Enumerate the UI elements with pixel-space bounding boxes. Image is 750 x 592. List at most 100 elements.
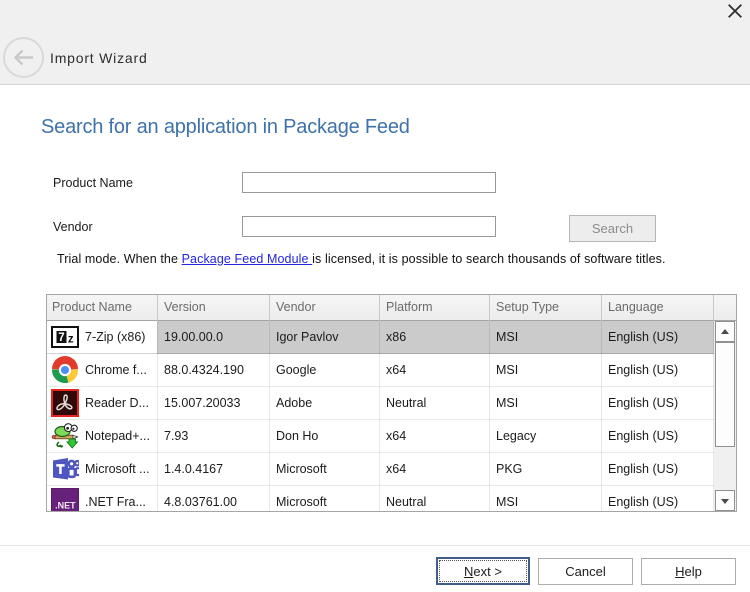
cell-language: English (US) xyxy=(608,429,678,443)
scroll-down-button[interactable] xyxy=(715,490,735,511)
column-header-product-name[interactable]: Product Name xyxy=(52,300,132,314)
cell-setup-type: PKG xyxy=(496,462,522,476)
cell-language: English (US) xyxy=(608,396,678,410)
table-row-chrome[interactable]: Chrome f... 88.0.4324.190 Google x64 MSI… xyxy=(47,354,714,387)
dotnet-icon: .NET xyxy=(51,488,79,512)
cancel-label: Cancel xyxy=(565,564,605,579)
cell-product: Reader D... xyxy=(85,396,149,410)
7zip-icon: 7 z xyxy=(51,323,79,351)
table-header-row: Product Name Version Vendor Platform Set… xyxy=(47,295,736,321)
vertical-scrollbar[interactable] xyxy=(714,321,736,511)
column-divider xyxy=(489,321,490,511)
cell-vendor: Google xyxy=(276,363,316,377)
cell-product: .NET Fra... xyxy=(85,495,146,509)
help-label-accel: H xyxy=(675,564,684,579)
column-divider xyxy=(489,295,490,321)
cell-version: 7.93 xyxy=(164,429,188,443)
cell-platform: x86 xyxy=(386,330,406,344)
cell-product: 7-Zip (x86) xyxy=(85,330,145,344)
column-divider xyxy=(601,321,602,511)
table-row-7zip[interactable]: 7 z 7-Zip (x86) 19.00.00.0 Igor Pavlov x… xyxy=(47,321,714,354)
notepadpp-icon xyxy=(51,422,79,450)
cell-vendor: Adobe xyxy=(276,396,312,410)
next-label-rest: ext > xyxy=(473,564,502,579)
column-divider xyxy=(157,295,158,321)
cell-platform: x64 xyxy=(386,462,406,476)
cell-language: English (US) xyxy=(608,462,678,476)
results-table: Product Name Version Vendor Platform Set… xyxy=(46,294,737,512)
trial-note-prefix: Trial mode. When the xyxy=(57,252,182,266)
back-button[interactable] xyxy=(3,37,44,78)
svg-text:.NET: .NET xyxy=(55,501,76,511)
column-divider xyxy=(157,321,158,511)
next-label-accel: N xyxy=(464,564,473,579)
table-row-notepadpp[interactable]: Notepad+... 7.93 Don Ho x64 Legacy Engli… xyxy=(47,420,714,453)
svg-text:z: z xyxy=(68,334,74,346)
column-divider xyxy=(713,321,714,511)
wizard-title: Import Wizard xyxy=(50,50,148,66)
cell-product: Microsoft ... xyxy=(85,462,150,476)
cell-version: 4.8.03761.00 xyxy=(164,495,237,509)
next-button[interactable]: Next > xyxy=(436,557,530,585)
cell-product: Chrome f... xyxy=(85,363,147,377)
scroll-up-button[interactable] xyxy=(715,321,735,342)
cell-vendor: Microsoft xyxy=(276,462,327,476)
column-divider xyxy=(269,321,270,511)
scroll-up-icon xyxy=(721,329,729,334)
help-label-rest: elp xyxy=(685,564,702,579)
product-name-label: Product Name xyxy=(53,176,133,190)
help-button[interactable]: Help xyxy=(641,558,736,585)
cell-language: English (US) xyxy=(608,363,678,377)
page-title: Search for an application in Package Fee… xyxy=(41,116,410,139)
column-header-platform[interactable]: Platform xyxy=(386,300,433,314)
back-arrow-icon xyxy=(13,49,34,66)
cancel-button[interactable]: Cancel xyxy=(538,558,633,585)
column-divider xyxy=(601,295,602,321)
column-header-language[interactable]: Language xyxy=(608,300,664,314)
table-row-teams[interactable]: Microsoft ... 1.4.0.4167 Microsoft x64 P… xyxy=(47,453,714,486)
cell-product: Notepad+... xyxy=(85,429,150,443)
product-name-input[interactable] xyxy=(242,172,496,193)
cell-setup-type: MSI xyxy=(496,495,518,509)
cell-platform: Neutral xyxy=(386,396,426,410)
column-divider xyxy=(379,321,380,511)
table-row-dotnet[interactable]: .NET .NET Fra... 4.8.03761.00 Microsoft … xyxy=(47,486,714,512)
column-divider xyxy=(713,295,714,321)
column-header-vendor[interactable]: Vendor xyxy=(276,300,316,314)
column-divider xyxy=(379,295,380,321)
table-row-reader[interactable]: Reader D... 15.007.20033 Adobe Neutral M… xyxy=(47,387,714,420)
close-icon xyxy=(727,3,743,19)
vendor-input[interactable] xyxy=(242,216,496,237)
teams-icon xyxy=(51,455,79,483)
cell-version: 1.4.0.4167 xyxy=(164,462,223,476)
cell-platform: x64 xyxy=(386,363,406,377)
cell-language: English (US) xyxy=(608,330,678,344)
trial-note-suffix: is licensed, it is possible to search th… xyxy=(312,252,665,266)
cell-setup-type: MSI xyxy=(496,396,518,410)
trial-note: Trial mode. When the Package Feed Module… xyxy=(57,252,666,266)
cell-version: 19.00.00.0 xyxy=(164,330,223,344)
cell-vendor: Microsoft xyxy=(276,495,327,509)
scroll-thumb[interactable] xyxy=(715,342,735,447)
scroll-down-icon xyxy=(721,499,729,504)
package-feed-module-link[interactable]: Package Feed Module xyxy=(182,252,313,266)
vendor-label: Vendor xyxy=(53,220,93,234)
cell-platform: Neutral xyxy=(386,495,426,509)
chrome-icon xyxy=(51,356,79,384)
wizard-header: Import Wizard xyxy=(0,0,750,85)
svg-text:7: 7 xyxy=(58,332,64,344)
search-button[interactable]: Search xyxy=(569,215,656,242)
column-header-setup-type[interactable]: Setup Type xyxy=(496,300,559,314)
cell-version: 88.0.4324.190 xyxy=(164,363,244,377)
cell-platform: x64 xyxy=(386,429,406,443)
cell-language: English (US) xyxy=(608,495,678,509)
reader-icon xyxy=(51,389,79,417)
cell-vendor: Igor Pavlov xyxy=(276,330,339,344)
cell-setup-type: Legacy xyxy=(496,429,536,443)
cell-setup-type: MSI xyxy=(496,330,518,344)
column-header-version[interactable]: Version xyxy=(164,300,206,314)
cell-vendor: Don Ho xyxy=(276,429,318,443)
close-button[interactable] xyxy=(724,1,746,23)
footer-divider xyxy=(0,545,750,546)
cell-setup-type: MSI xyxy=(496,363,518,377)
